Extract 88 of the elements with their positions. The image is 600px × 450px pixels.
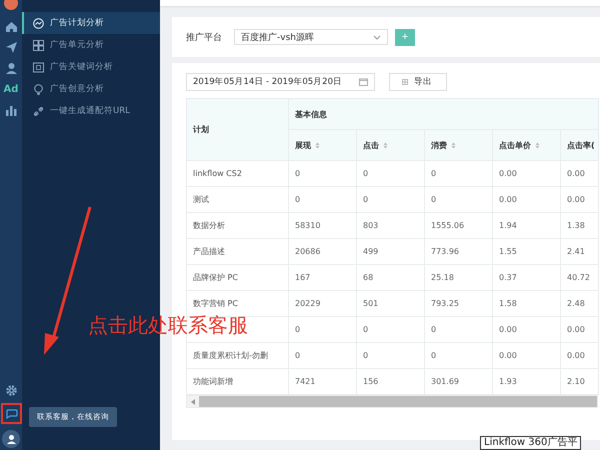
table-cell: 40.72 [560, 264, 598, 290]
column-header: 计划 [186, 98, 288, 160]
nav-item[interactable]: 广告创意分析 [22, 78, 160, 100]
table-cell: 499 [356, 238, 424, 264]
platform-dropdown[interactable]: 百度推广-vsh源晖 [234, 29, 388, 45]
sort-icon [451, 142, 456, 149]
table-cell: 0.37 [492, 264, 560, 290]
nav-item[interactable]: 广告单元分析 [22, 34, 160, 56]
table-cell: 数字营销 PC [186, 290, 288, 316]
table-cell: 0 [288, 160, 356, 186]
table-cell: 0 [424, 160, 492, 186]
table-cell: 品牌保护 PC [186, 264, 288, 290]
ad-icon[interactable]: Ad [4, 83, 18, 96]
table-cell: 0 [424, 342, 492, 368]
table-cell: 1.38 [560, 212, 598, 238]
table-cell: 20229 [288, 290, 356, 316]
column-header[interactable]: 点击单价 [492, 130, 560, 160]
nav-item[interactable]: 一键生成通配符URL [22, 100, 160, 122]
table-cell: 501 [356, 290, 424, 316]
tooltip: Linkflow 360广告平 [480, 436, 582, 450]
table-cell: 0.00 [492, 160, 560, 186]
table-cell: 数据分析 [186, 212, 288, 238]
left-arrow-icon[interactable] [191, 398, 195, 404]
table-cell: 0.00 [492, 342, 560, 368]
table-cell: 0 [424, 186, 492, 212]
sort-icon [535, 142, 540, 149]
group-header: 基本信息 [288, 98, 598, 130]
table-cell: 0 [288, 342, 356, 368]
table-cell: 68 [356, 264, 424, 290]
column-header[interactable]: 点击率( [560, 130, 598, 160]
column-header[interactable]: 点击 [356, 130, 424, 160]
table-cell: 0 [288, 316, 356, 342]
export-button[interactable]: 导出 [389, 73, 447, 91]
caret-icon [373, 34, 381, 40]
table-cell: 25.18 [424, 264, 492, 290]
table-cell: 产品描述 [186, 238, 288, 264]
column-header[interactable]: 消费 [424, 130, 492, 160]
table-cell: 1.94 [492, 212, 560, 238]
home-icon[interactable] [4, 20, 18, 33]
square-icon [33, 62, 44, 72]
bar-chart-icon[interactable] [4, 104, 18, 117]
table-cell: 0 [288, 186, 356, 212]
table-cell: 167 [288, 264, 356, 290]
sort-icon [315, 142, 320, 149]
table-cell: 0 [356, 186, 424, 212]
table-cell: 2.41 [560, 238, 598, 264]
table-cell: 20686 [288, 238, 356, 264]
chat-bubble-icon[interactable] [4, 407, 18, 420]
table-cell: 58310 [288, 212, 356, 238]
bulb-icon [33, 84, 44, 94]
grid-icon [402, 79, 408, 85]
paper-plane-icon[interactable] [4, 41, 18, 54]
date-range-field[interactable]: 2019年05月14日 - 2019年05月20日 [186, 73, 375, 91]
calendar-icon [359, 78, 368, 86]
table-cell: 0 [356, 160, 424, 186]
grid-icon [33, 40, 44, 50]
table-cell: 0.00 [492, 316, 560, 342]
nav-item[interactable]: 广告计划分析 [22, 12, 160, 34]
horizontal-scrollbar[interactable] [186, 395, 598, 408]
nav-item[interactable]: 广告关键词分析 [22, 56, 160, 78]
table-cell: 测试 [186, 186, 288, 212]
settings-icon[interactable] [4, 384, 18, 397]
avatar-icon[interactable] [2, 430, 20, 448]
table-cell: 0 [356, 342, 424, 368]
table-cell: 803 [356, 212, 424, 238]
person-icon [4, 432, 18, 446]
table-cell: 0 [356, 316, 424, 342]
table-cell: 0.00 [560, 186, 598, 212]
person-icon[interactable] [4, 62, 18, 75]
table-cell: 2.48 [560, 290, 598, 316]
filter-label: 推广平台 [186, 32, 222, 44]
table-cell: 0.00 [560, 316, 598, 342]
line-chart-icon [33, 18, 44, 28]
table-cell: 0.00 [560, 160, 598, 186]
logo-icon [4, 0, 18, 10]
table-cell: 质量度累积计划-勿删 [186, 342, 288, 368]
table-cell: 1.55 [492, 238, 560, 264]
table-cell: 0.00 [492, 186, 560, 212]
table-cell: 1555.06 [424, 212, 492, 238]
table-cell: 0.00 [560, 342, 598, 368]
table-cell: 1.58 [492, 290, 560, 316]
table-cell: 793.25 [424, 290, 492, 316]
sort-icon [383, 142, 388, 149]
table-cell: linkflow CS2 [186, 160, 288, 186]
table-cell: 773.96 [424, 238, 492, 264]
link-icon [33, 106, 44, 116]
table-cell: 0 [424, 316, 492, 342]
column-header[interactable]: 展现 [288, 130, 356, 160]
